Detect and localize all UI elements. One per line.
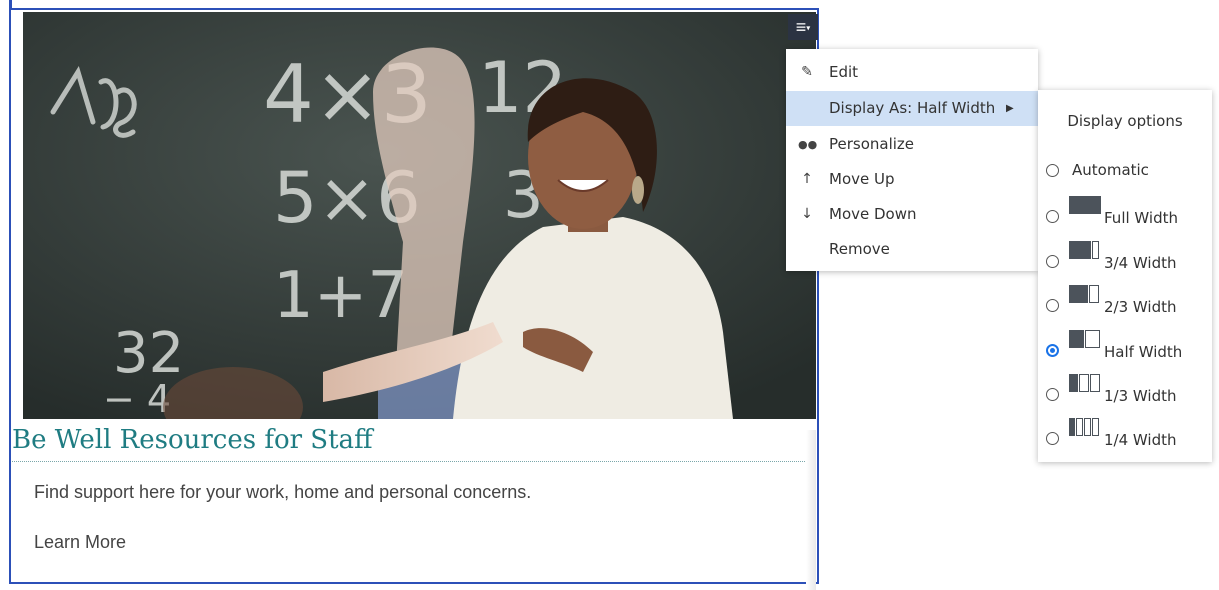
submenu-arrow-icon: ▶ (1006, 103, 1014, 114)
classroom-photo: 4×3 12 5×6 30 1+7 32 − 4 (23, 12, 816, 419)
option-label: 1/3 Width (1104, 387, 1177, 405)
one-third-width-icon (1069, 374, 1100, 392)
card-photo: 4×3 12 5×6 30 1+7 32 − 4 (23, 12, 816, 419)
radio-full-width[interactable] (1046, 210, 1059, 223)
radio-half-width[interactable] (1046, 344, 1059, 357)
option-label: Automatic (1072, 161, 1149, 179)
menu-item-personalize[interactable]: ●● Personalize (786, 127, 1038, 162)
menu-item-label: Display As: Half Width (829, 99, 996, 117)
three-quarter-width-icon (1069, 241, 1099, 259)
menu-trigger-button[interactable]: ≡▾ (788, 14, 818, 40)
option-label: 2/3 Width (1104, 298, 1177, 316)
submenu-title: Display options (1067, 112, 1183, 130)
option-automatic[interactable]: Automatic (1038, 152, 1212, 192)
menu-item-label: Move Up (829, 170, 895, 188)
menu-item-label: Remove (829, 240, 890, 258)
option-label: Full Width (1104, 209, 1178, 227)
card-description: Find support here for your work, home an… (34, 482, 532, 502)
menu-item-edit[interactable]: ✎ Edit (786, 55, 1038, 90)
two-thirds-width-icon (1069, 285, 1099, 303)
option-2-3-width[interactable]: 2/3 Width (1038, 285, 1212, 325)
svg-text:1+7: 1+7 (273, 259, 408, 333)
radio-automatic[interactable] (1046, 164, 1059, 177)
option-full-width[interactable]: Full Width (1038, 196, 1212, 236)
menu-item-display-as[interactable]: Display As: Half Width ▶ (786, 91, 1038, 126)
menu-item-label: Personalize (829, 135, 915, 153)
menu-item-label: Edit (829, 63, 859, 81)
radio-3-4-width[interactable] (1046, 255, 1059, 268)
hamburger-menu-icon: ≡ (795, 17, 807, 37)
radio-1-4-width[interactable] (1046, 432, 1059, 445)
learn-more-link[interactable]: Learn More (34, 532, 126, 553)
svg-text:− 4: − 4 (103, 377, 171, 419)
arrow-down-icon: ↓ (801, 206, 813, 222)
pencil-icon: ✎ (801, 64, 813, 80)
display-options-submenu: Display options Automatic Full Width 3/4… (1038, 90, 1212, 462)
half-width-icon (1069, 330, 1100, 348)
radio-1-3-width[interactable] (1046, 388, 1059, 401)
option-1-4-width[interactable]: 1/4 Width (1038, 418, 1212, 458)
context-menu: ✎ Edit Display As: Half Width ▶ ●● Perso… (786, 49, 1038, 271)
full-width-icon (1069, 196, 1101, 214)
option-3-4-width[interactable]: 3/4 Width (1038, 241, 1212, 281)
option-label: 1/4 Width (1104, 431, 1177, 449)
menu-item-label: Move Down (829, 205, 917, 223)
option-half-width[interactable]: Half Width (1038, 330, 1212, 370)
option-1-3-width[interactable]: 1/3 Width (1038, 374, 1212, 414)
menu-item-move-down[interactable]: ↓ Move Down (786, 197, 1038, 232)
arrow-up-icon: ↑ (801, 171, 813, 187)
radio-2-3-width[interactable] (1046, 299, 1059, 312)
people-icon: ●● (798, 138, 818, 151)
menu-item-move-up[interactable]: ↑ Move Up (786, 162, 1038, 197)
caret-down-icon: ▾ (806, 23, 811, 33)
option-label: Half Width (1104, 343, 1183, 361)
card-right-shadow (806, 430, 816, 590)
card-title: Be Well Resources for Staff (12, 425, 805, 462)
one-quarter-width-icon (1069, 418, 1099, 436)
option-label: 3/4 Width (1104, 254, 1177, 272)
menu-item-remove[interactable]: Remove (786, 232, 1038, 267)
